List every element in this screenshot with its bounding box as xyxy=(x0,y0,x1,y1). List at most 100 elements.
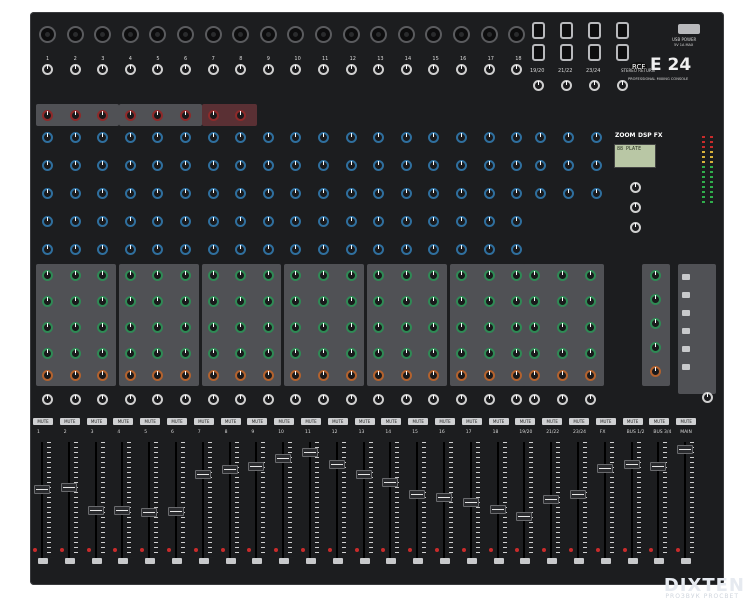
aux-send-knob[interactable] xyxy=(42,270,53,281)
compressor-knob[interactable] xyxy=(42,110,53,121)
solo-button[interactable] xyxy=(600,558,611,564)
channel-fader[interactable] xyxy=(302,448,318,457)
aux-send-knob[interactable] xyxy=(124,296,136,307)
solo-button[interactable] xyxy=(306,558,316,564)
solo-button[interactable] xyxy=(466,558,477,564)
eq-knob[interactable] xyxy=(42,160,53,171)
mute-button[interactable]: MUTE xyxy=(435,418,455,425)
eq-knob[interactable] xyxy=(511,244,523,255)
solo-button[interactable] xyxy=(172,558,182,564)
eq-knob[interactable] xyxy=(97,244,109,255)
xlr-input-jack[interactable] xyxy=(287,26,305,43)
mute-button[interactable]: MUTE xyxy=(167,418,187,425)
channel-fader[interactable] xyxy=(623,460,640,469)
stereo-gain-knob[interactable] xyxy=(617,80,628,91)
channel-fader[interactable] xyxy=(543,495,560,504)
eq-knob[interactable] xyxy=(373,160,385,171)
eq-knob[interactable] xyxy=(318,216,329,227)
aux-send-knob[interactable] xyxy=(124,270,136,281)
aux-send-knob[interactable] xyxy=(262,348,274,359)
eq-knob[interactable] xyxy=(483,216,495,227)
solo-button[interactable] xyxy=(91,558,102,564)
eq-knob[interactable] xyxy=(318,160,329,171)
aux-send-knob[interactable] xyxy=(207,348,219,359)
mute-button[interactable]: MUTE xyxy=(515,418,536,425)
eq-knob[interactable] xyxy=(511,160,523,171)
gain-knob[interactable] xyxy=(42,64,53,75)
aux-send-knob[interactable] xyxy=(262,270,274,281)
pan-knob[interactable] xyxy=(124,394,136,405)
eq-knob[interactable] xyxy=(42,188,53,199)
eq-knob[interactable] xyxy=(483,244,495,255)
dsp-control-knob[interactable] xyxy=(630,182,641,193)
channel-fader[interactable] xyxy=(516,512,533,521)
fx-send-knob[interactable] xyxy=(318,370,329,381)
solo-button[interactable] xyxy=(386,558,397,564)
eq-knob[interactable] xyxy=(235,160,247,171)
gain-knob[interactable] xyxy=(483,64,495,75)
gain-knob[interactable] xyxy=(511,64,523,75)
channel-fader[interactable] xyxy=(221,465,238,474)
fx-send-knob[interactable] xyxy=(557,370,568,381)
aux-send-knob[interactable] xyxy=(69,270,81,281)
solo-button[interactable] xyxy=(627,558,638,564)
xlr-input-jack[interactable] xyxy=(66,26,84,43)
pan-knob[interactable] xyxy=(529,394,540,405)
eq-knob[interactable] xyxy=(152,188,164,199)
gain-knob[interactable] xyxy=(400,64,412,75)
aux-send-knob[interactable] xyxy=(207,296,219,307)
mute-button[interactable]: MUTE xyxy=(33,418,53,425)
mute-button[interactable]: MUTE xyxy=(408,418,429,425)
eq-knob[interactable] xyxy=(318,132,329,143)
aux-send-knob[interactable] xyxy=(69,348,81,359)
aux-send-knob[interactable] xyxy=(483,322,495,333)
fx-send-knob[interactable] xyxy=(456,370,467,381)
aux-send-knob[interactable] xyxy=(483,270,495,281)
eq-knob[interactable] xyxy=(207,132,219,143)
eq-knob[interactable] xyxy=(456,216,467,227)
solo-button[interactable] xyxy=(440,558,450,564)
fx-send-knob[interactable] xyxy=(124,370,136,381)
stereo-eq-knob[interactable] xyxy=(591,132,602,143)
routing-switch[interactable] xyxy=(682,274,690,280)
aux-send-knob[interactable] xyxy=(318,348,329,359)
eq-knob[interactable] xyxy=(180,160,191,171)
aux-send-knob[interactable] xyxy=(69,296,81,307)
compressor-knob[interactable] xyxy=(69,110,81,121)
pan-knob[interactable] xyxy=(42,394,53,405)
stereo-input-jack[interactable] xyxy=(560,44,573,61)
eq-knob[interactable] xyxy=(318,244,329,255)
aux-send-knob[interactable] xyxy=(69,322,81,333)
eq-knob[interactable] xyxy=(373,132,385,143)
gain-knob[interactable] xyxy=(262,64,274,75)
xlr-input-jack[interactable] xyxy=(177,26,194,43)
stereo-input-jack[interactable] xyxy=(532,44,545,61)
eq-knob[interactable] xyxy=(262,160,274,171)
solo-button[interactable] xyxy=(681,558,692,564)
gain-knob[interactable] xyxy=(152,64,164,75)
solo-button[interactable] xyxy=(38,558,48,564)
eq-knob[interactable] xyxy=(345,216,357,227)
stereo-eq-knob[interactable] xyxy=(591,160,602,171)
aux-send-knob[interactable] xyxy=(557,322,568,333)
eq-knob[interactable] xyxy=(42,244,53,255)
aux-send-knob[interactable] xyxy=(529,348,540,359)
aux-send-knob[interactable] xyxy=(318,270,329,281)
eq-knob[interactable] xyxy=(262,188,274,199)
aux-send-knob[interactable] xyxy=(207,270,219,281)
eq-knob[interactable] xyxy=(456,132,467,143)
xlr-input-jack[interactable] xyxy=(232,26,250,43)
gain-knob[interactable] xyxy=(345,64,357,75)
fx-send-knob[interactable] xyxy=(207,370,219,381)
eq-knob[interactable] xyxy=(456,244,467,255)
eq-knob[interactable] xyxy=(124,244,136,255)
xlr-input-jack[interactable] xyxy=(315,26,332,43)
solo-button[interactable] xyxy=(145,558,156,564)
aux-send-knob[interactable] xyxy=(180,348,191,359)
aux-send-knob[interactable] xyxy=(345,348,357,359)
pan-knob[interactable] xyxy=(290,394,302,405)
mute-button[interactable]: MUTE xyxy=(247,418,268,425)
xlr-input-jack[interactable] xyxy=(149,26,167,43)
eq-knob[interactable] xyxy=(428,132,440,143)
aux-send-knob[interactable] xyxy=(557,296,568,307)
